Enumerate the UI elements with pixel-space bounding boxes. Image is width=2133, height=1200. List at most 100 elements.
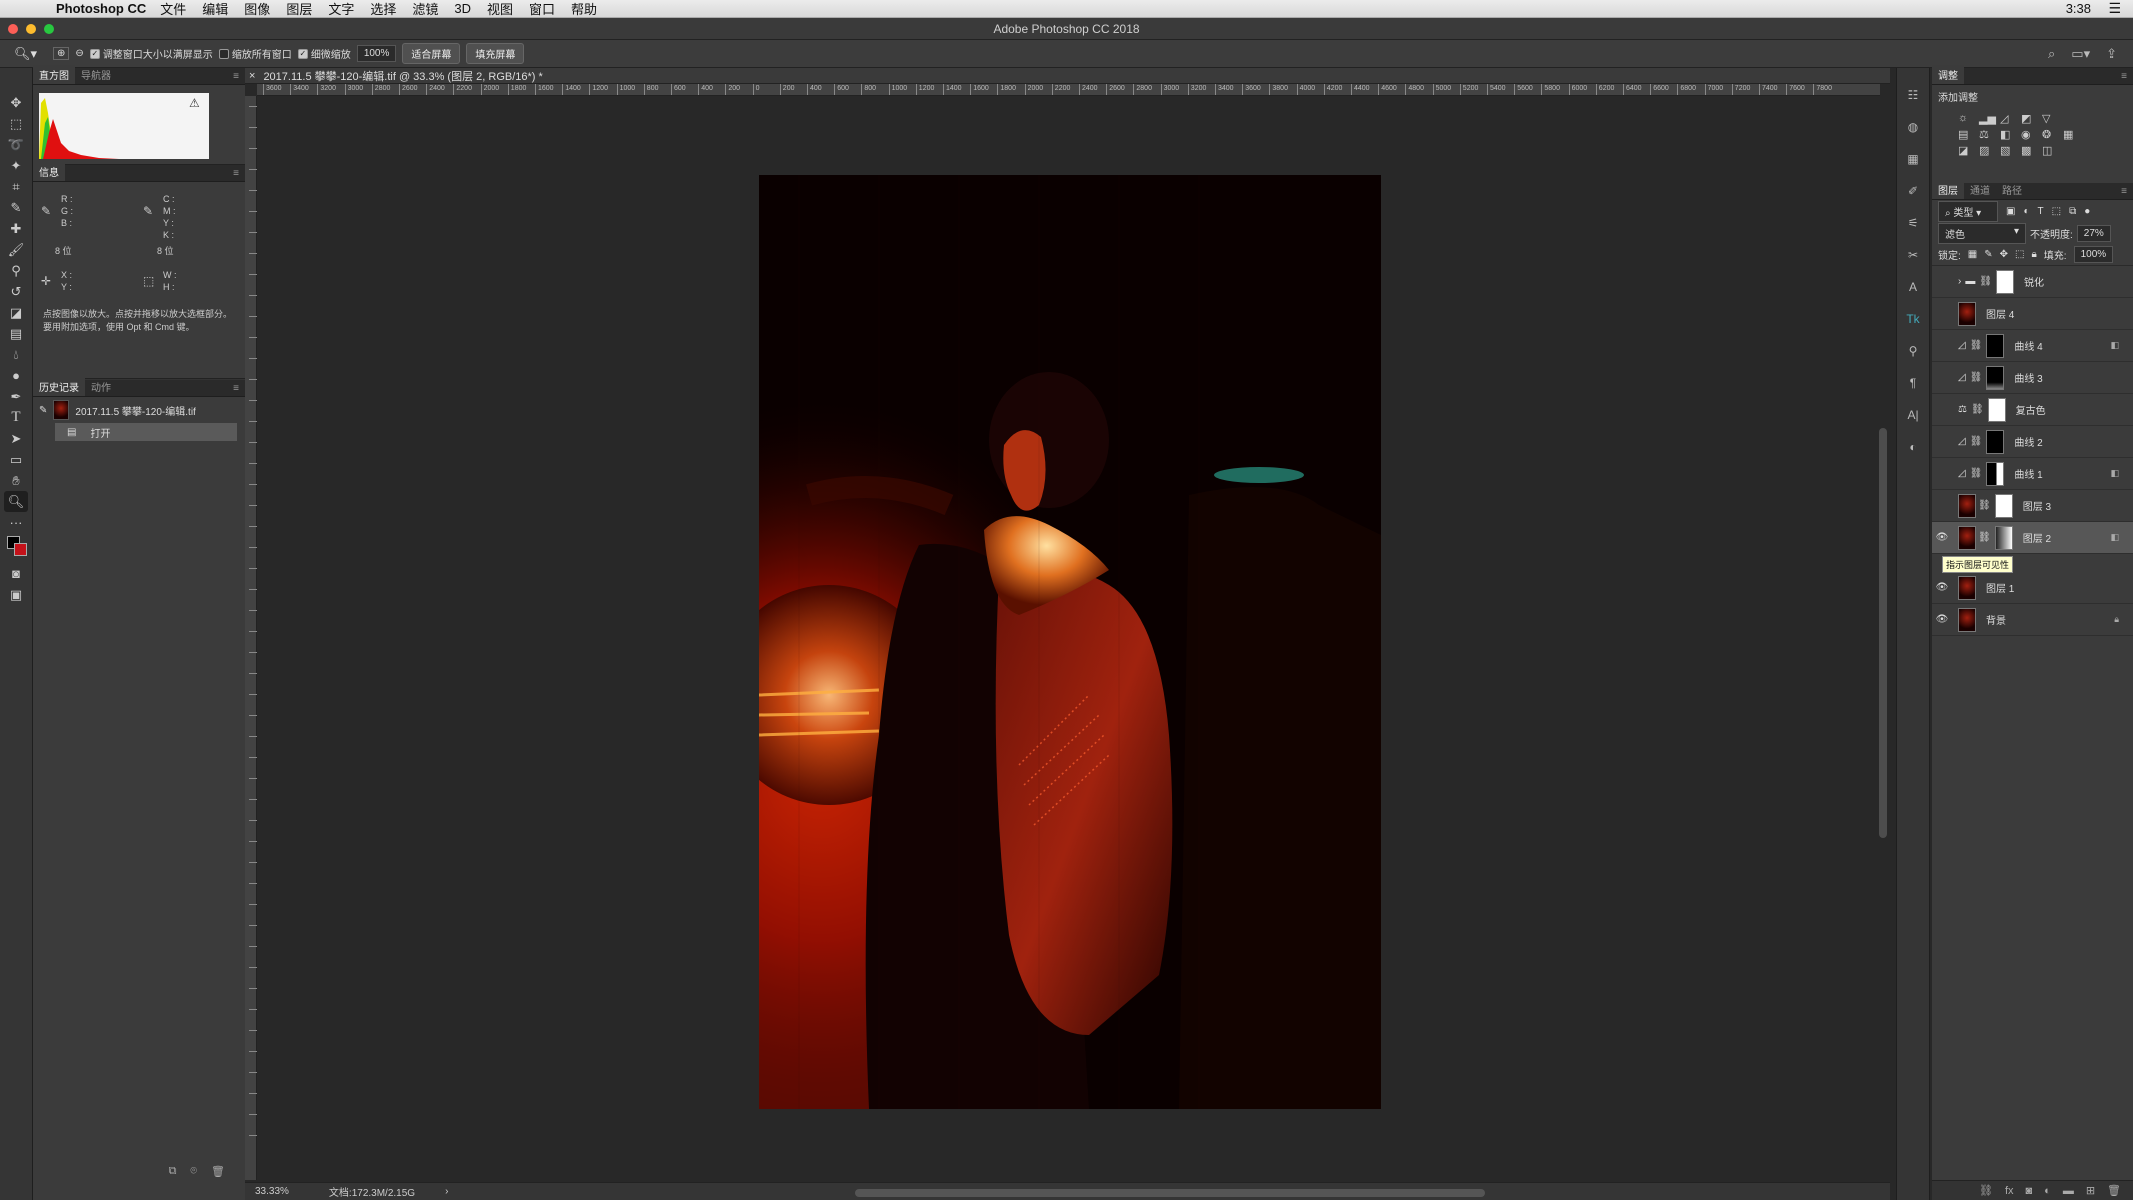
menu-layer[interactable]: 图层 (286, 0, 312, 18)
zoom-level-field[interactable]: 33.33% (255, 1186, 289, 1197)
layer-row[interactable]: ⛓ 图层 3 (1932, 490, 2133, 522)
black-white-icon[interactable]: ◧ (2000, 128, 2018, 141)
menu-window[interactable]: 窗口 (529, 0, 555, 18)
horizontal-ruler[interactable]: 3600 3400 3200 3000 2800 2600 2400 2200 2000 1800… (257, 84, 1880, 96)
link-icon[interactable]: ⛓ (1970, 468, 1983, 479)
history-brush-tool-icon[interactable]: ↺ (4, 281, 28, 302)
history-state-open[interactable]: ▤ 打开 (55, 423, 237, 441)
adjustments-sliders-icon[interactable]: ⚟ (1902, 212, 1924, 234)
camera-snapshot-icon[interactable]: ⌾ (190, 1165, 197, 1178)
visibility-eye-icon[interactable]: 👁︎ (1932, 532, 1952, 543)
lasso-tool-icon[interactable]: ➰ (4, 134, 28, 155)
channel-mixer-icon[interactable]: ❂ (2042, 128, 2060, 141)
opacity-field[interactable]: 27% (2076, 224, 2111, 242)
levels-icon[interactable]: ▂▅ (1979, 112, 1997, 125)
tab-actions[interactable]: 动作 (85, 377, 117, 396)
document-image[interactable] (759, 175, 1381, 1109)
layer-row[interactable]: ◿ ⛓ 曲线 3 (1932, 362, 2133, 394)
trash-icon[interactable]: 🗑︎ (211, 1165, 225, 1178)
close-document-icon[interactable]: × (249, 70, 255, 82)
fit-screen-button[interactable]: 适合屏幕 (402, 43, 461, 64)
panel-menu-icon[interactable]: ≡ (233, 71, 239, 82)
link-icon[interactable]: ⛓ (1970, 372, 1983, 383)
add-mask-icon[interactable]: ◙ (2026, 1185, 2033, 1197)
clone-source-icon[interactable]: ⚲ (1902, 340, 1924, 362)
scrubby-zoom-checkbox[interactable]: ✓ 细微缩放 (297, 46, 351, 61)
link-icon[interactable]: ⛓ (1971, 404, 1984, 415)
brush-tool-icon[interactable]: 🖌︎ (4, 239, 28, 260)
layer-mask-thumbnail[interactable] (1986, 365, 2005, 390)
workspace-icon[interactable]: ▭▾ (2071, 46, 2090, 62)
filter-shape-icon[interactable]: ⬚ (2052, 206, 2061, 217)
tool-presets-icon[interactable]: ✂ (1902, 244, 1924, 266)
vertical-scrollbar[interactable] (1879, 428, 1887, 838)
menu-app-name[interactable]: Photoshop CC (56, 1, 146, 16)
layer-row[interactable]: ◿ ⛓ 曲线 1 ◧ (1932, 458, 2133, 490)
layer-thumbnail[interactable] (1958, 575, 1976, 600)
layer-style-fx-icon[interactable]: fx (2005, 1185, 2014, 1197)
eyedropper-tool-icon[interactable]: ✎ (4, 197, 28, 218)
selective-color-icon[interactable]: ▩ (2021, 144, 2039, 157)
tab-histogram[interactable]: 直方图 (33, 65, 75, 84)
properties-panel-icon[interactable]: ☷ (1902, 84, 1924, 106)
layer-mask-thumbnail[interactable] (1986, 333, 2005, 358)
color-swatches-icon[interactable] (4, 533, 28, 563)
layer-row[interactable]: ◿ ⛓ 曲线 2 (1932, 426, 2133, 458)
new-layer-icon[interactable]: ⊞ (2086, 1184, 2095, 1197)
type-tool-icon[interactable]: T (4, 407, 28, 428)
pen-tool-icon[interactable]: ✒ (4, 386, 28, 407)
blend-mode-select[interactable]: 滤色 ▾ (1938, 222, 2026, 244)
filter-type-icon[interactable]: T (2038, 206, 2044, 217)
vibrance-icon[interactable]: ▽ (2042, 112, 2060, 125)
brightness-contrast-icon[interactable]: ☼ (1958, 112, 1976, 125)
tab-history[interactable]: 历史记录 (33, 377, 85, 396)
tab-navigator[interactable]: 导航器 (75, 65, 117, 84)
hand-tool-icon[interactable]: ✋︎ (4, 470, 28, 491)
blur-tool-icon[interactable]: 💧︎ (4, 344, 28, 365)
screen-mode-icon[interactable]: ▣ (4, 584, 28, 605)
layer-row[interactable]: 👁︎ 图层 1 (1932, 572, 2133, 604)
filter-kind-select[interactable]: ⌕ 类型 ▾ (1938, 200, 1998, 222)
color-panel-icon[interactable]: ◍ (1902, 116, 1924, 138)
layer-mask-thumbnail[interactable] (1994, 493, 2013, 518)
layer-row-selected[interactable]: 👁︎ ⛓ 图层 2 ◧ (1932, 522, 2133, 554)
layer-thumbnail[interactable] (1958, 493, 1976, 518)
edit-toolbar-icon[interactable]: ··· (4, 512, 28, 533)
document-tab[interactable]: × 2017.11.5 攀攀-120-编辑.tif @ 33.3% (图层 2,… (245, 68, 1890, 84)
notification-list-icon[interactable]: ☰ (2108, 0, 2121, 17)
history-brush-source-icon[interactable]: ✎ (39, 405, 47, 416)
eraser-tool-icon[interactable]: ◪ (4, 302, 28, 323)
gradient-tool-icon[interactable]: ▤ (4, 323, 28, 344)
close-window-button[interactable] (8, 24, 18, 34)
minimize-window-button[interactable] (26, 24, 36, 34)
brush-settings-icon[interactable]: ✐ (1902, 180, 1924, 202)
hue-saturation-icon[interactable]: ▤ (1958, 128, 1976, 141)
status-menu-arrow-icon[interactable]: › (445, 1186, 448, 1197)
layer-mask-thumbnail[interactable] (1986, 429, 2005, 454)
search-icon[interactable]: ⌕ (2048, 46, 2055, 62)
tab-adjustments[interactable]: 调整 (1932, 65, 1964, 84)
layer-mask-thumbnail[interactable] (1986, 461, 2005, 486)
zoom-in-icon[interactable]: ⊕ (53, 47, 70, 60)
tab-info[interactable]: 信息 (33, 162, 65, 181)
layer-thumbnail[interactable] (1958, 525, 1976, 550)
photo-filter-icon[interactable]: ◉ (2021, 128, 2039, 141)
visibility-eye-icon[interactable]: 👁︎ (1932, 614, 1952, 625)
link-icon[interactable]: ⛓ (1979, 276, 1992, 287)
magic-wand-tool-icon[interactable]: ✦ (4, 155, 28, 176)
filter-adjustment-icon[interactable]: ◐ (2023, 206, 2029, 217)
history-snapshot[interactable]: ✎ 2017.11.5 攀攀-120-编辑.tif (33, 397, 245, 423)
paragraph-panel-icon[interactable]: ¶ (1902, 372, 1924, 394)
filter-smart-object-icon[interactable]: ⧉ (2069, 206, 2076, 217)
menu-filter[interactable]: 滤镜 (412, 0, 438, 18)
visibility-eye-icon[interactable]: 👁︎ (1932, 582, 1952, 593)
link-icon[interactable]: ⛓ (1970, 436, 1983, 447)
swatches-panel-icon[interactable]: ▦ (1902, 148, 1924, 170)
color-balance-icon[interactable]: ⚖ (1979, 128, 1997, 141)
info-panel-menu-icon[interactable]: ≡ (233, 168, 239, 179)
filter-pixel-icon[interactable]: ▣ (2006, 206, 2015, 217)
layer-row[interactable]: 指示图层可见性 (1932, 554, 2133, 573)
character-panel-icon[interactable]: A (1902, 276, 1924, 298)
layer-row[interactable]: › ▬ ⛓ 锐化 (1932, 266, 2133, 298)
curves-adj-icon[interactable]: ◿ (2000, 112, 2018, 125)
